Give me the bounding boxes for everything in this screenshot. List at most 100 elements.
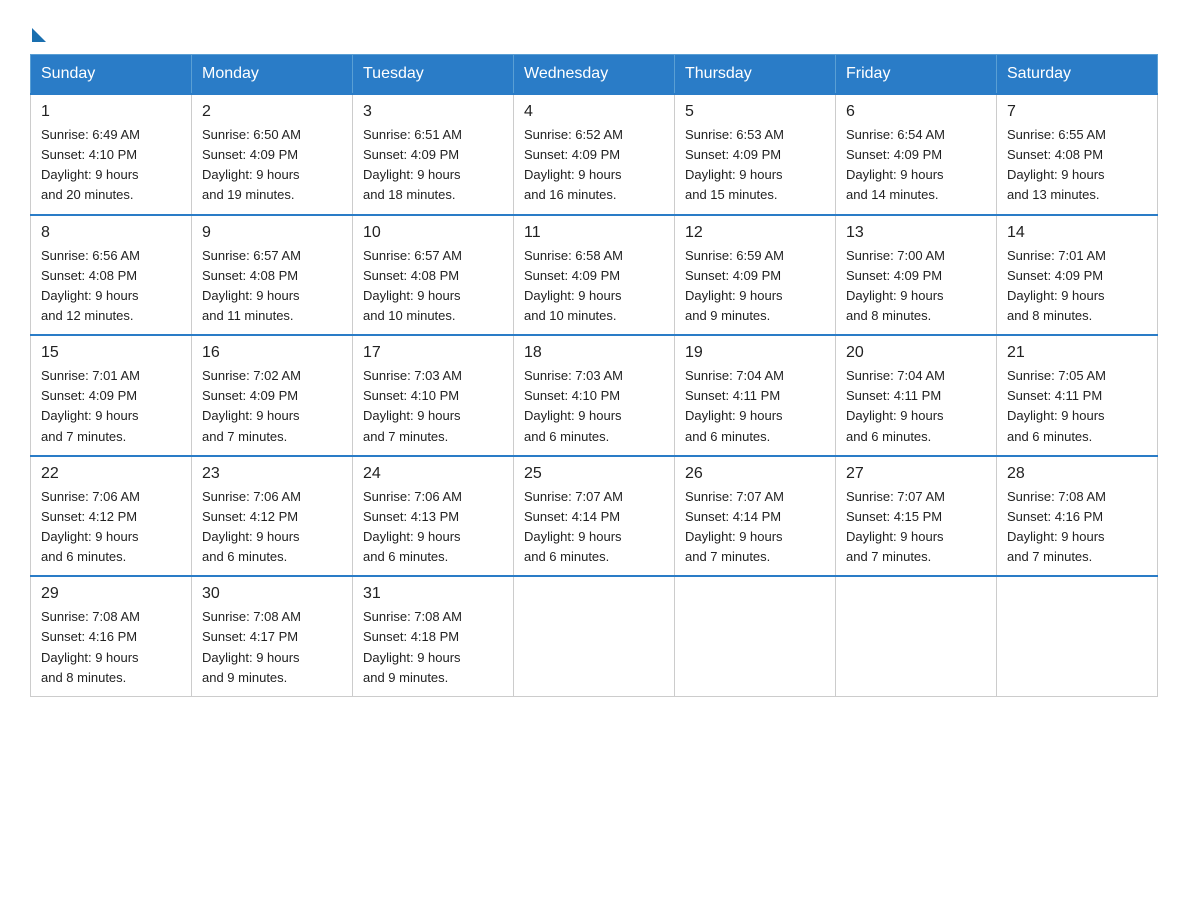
- calendar-cell: 10 Sunrise: 6:57 AM Sunset: 4:08 PM Dayl…: [353, 215, 514, 336]
- calendar-table: SundayMondayTuesdayWednesdayThursdayFrid…: [30, 54, 1158, 697]
- day-header-sunday: Sunday: [31, 55, 192, 95]
- day-info: Sunrise: 6:52 AM Sunset: 4:09 PM Dayligh…: [524, 125, 664, 206]
- calendar-cell: 4 Sunrise: 6:52 AM Sunset: 4:09 PM Dayli…: [514, 94, 675, 215]
- logo: [30, 24, 46, 38]
- day-number: 28: [1007, 465, 1147, 483]
- day-info: Sunrise: 7:08 AM Sunset: 4:17 PM Dayligh…: [202, 607, 342, 688]
- day-number: 9: [202, 224, 342, 242]
- day-info: Sunrise: 6:50 AM Sunset: 4:09 PM Dayligh…: [202, 125, 342, 206]
- day-info: Sunrise: 6:54 AM Sunset: 4:09 PM Dayligh…: [846, 125, 986, 206]
- day-number: 18: [524, 344, 664, 362]
- day-number: 25: [524, 465, 664, 483]
- day-info: Sunrise: 6:59 AM Sunset: 4:09 PM Dayligh…: [685, 246, 825, 327]
- day-header-saturday: Saturday: [997, 55, 1158, 95]
- calendar-cell: 11 Sunrise: 6:58 AM Sunset: 4:09 PM Dayl…: [514, 215, 675, 336]
- calendar-week-row: 1 Sunrise: 6:49 AM Sunset: 4:10 PM Dayli…: [31, 94, 1158, 215]
- day-header-friday: Friday: [836, 55, 997, 95]
- calendar-cell: 22 Sunrise: 7:06 AM Sunset: 4:12 PM Dayl…: [31, 456, 192, 577]
- day-info: Sunrise: 7:03 AM Sunset: 4:10 PM Dayligh…: [524, 366, 664, 447]
- day-info: Sunrise: 7:07 AM Sunset: 4:14 PM Dayligh…: [524, 487, 664, 568]
- logo-top: [30, 24, 46, 42]
- day-info: Sunrise: 7:06 AM Sunset: 4:12 PM Dayligh…: [41, 487, 181, 568]
- day-info: Sunrise: 6:51 AM Sunset: 4:09 PM Dayligh…: [363, 125, 503, 206]
- calendar-cell: 6 Sunrise: 6:54 AM Sunset: 4:09 PM Dayli…: [836, 94, 997, 215]
- day-info: Sunrise: 6:57 AM Sunset: 4:08 PM Dayligh…: [363, 246, 503, 327]
- day-number: 12: [685, 224, 825, 242]
- day-info: Sunrise: 7:08 AM Sunset: 4:16 PM Dayligh…: [1007, 487, 1147, 568]
- day-number: 14: [1007, 224, 1147, 242]
- calendar-cell: 24 Sunrise: 7:06 AM Sunset: 4:13 PM Dayl…: [353, 456, 514, 577]
- day-number: 29: [41, 585, 181, 603]
- calendar-header-row: SundayMondayTuesdayWednesdayThursdayFrid…: [31, 55, 1158, 95]
- calendar-cell: 26 Sunrise: 7:07 AM Sunset: 4:14 PM Dayl…: [675, 456, 836, 577]
- calendar-cell: 23 Sunrise: 7:06 AM Sunset: 4:12 PM Dayl…: [192, 456, 353, 577]
- day-info: Sunrise: 7:01 AM Sunset: 4:09 PM Dayligh…: [41, 366, 181, 447]
- day-header-wednesday: Wednesday: [514, 55, 675, 95]
- day-number: 1: [41, 103, 181, 121]
- calendar-cell: 9 Sunrise: 6:57 AM Sunset: 4:08 PM Dayli…: [192, 215, 353, 336]
- calendar-cell: 31 Sunrise: 7:08 AM Sunset: 4:18 PM Dayl…: [353, 576, 514, 696]
- day-number: 16: [202, 344, 342, 362]
- calendar-cell: 5 Sunrise: 6:53 AM Sunset: 4:09 PM Dayli…: [675, 94, 836, 215]
- calendar-cell: 16 Sunrise: 7:02 AM Sunset: 4:09 PM Dayl…: [192, 335, 353, 456]
- day-number: 31: [363, 585, 503, 603]
- day-info: Sunrise: 7:06 AM Sunset: 4:12 PM Dayligh…: [202, 487, 342, 568]
- day-info: Sunrise: 6:49 AM Sunset: 4:10 PM Dayligh…: [41, 125, 181, 206]
- logo-arrow-icon: [32, 28, 46, 42]
- day-header-tuesday: Tuesday: [353, 55, 514, 95]
- day-number: 26: [685, 465, 825, 483]
- calendar-cell: 27 Sunrise: 7:07 AM Sunset: 4:15 PM Dayl…: [836, 456, 997, 577]
- day-info: Sunrise: 7:08 AM Sunset: 4:16 PM Dayligh…: [41, 607, 181, 688]
- calendar-cell: 19 Sunrise: 7:04 AM Sunset: 4:11 PM Dayl…: [675, 335, 836, 456]
- day-info: Sunrise: 7:07 AM Sunset: 4:15 PM Dayligh…: [846, 487, 986, 568]
- day-info: Sunrise: 7:02 AM Sunset: 4:09 PM Dayligh…: [202, 366, 342, 447]
- calendar-cell: 12 Sunrise: 6:59 AM Sunset: 4:09 PM Dayl…: [675, 215, 836, 336]
- calendar-cell: 1 Sunrise: 6:49 AM Sunset: 4:10 PM Dayli…: [31, 94, 192, 215]
- day-number: 8: [41, 224, 181, 242]
- day-number: 2: [202, 103, 342, 121]
- day-info: Sunrise: 7:08 AM Sunset: 4:18 PM Dayligh…: [363, 607, 503, 688]
- day-number: 20: [846, 344, 986, 362]
- day-number: 4: [524, 103, 664, 121]
- day-number: 15: [41, 344, 181, 362]
- day-info: Sunrise: 6:53 AM Sunset: 4:09 PM Dayligh…: [685, 125, 825, 206]
- day-number: 19: [685, 344, 825, 362]
- calendar-week-row: 8 Sunrise: 6:56 AM Sunset: 4:08 PM Dayli…: [31, 215, 1158, 336]
- calendar-week-row: 22 Sunrise: 7:06 AM Sunset: 4:12 PM Dayl…: [31, 456, 1158, 577]
- day-number: 5: [685, 103, 825, 121]
- day-number: 13: [846, 224, 986, 242]
- calendar-cell: 15 Sunrise: 7:01 AM Sunset: 4:09 PM Dayl…: [31, 335, 192, 456]
- day-number: 23: [202, 465, 342, 483]
- calendar-cell: [675, 576, 836, 696]
- calendar-week-row: 29 Sunrise: 7:08 AM Sunset: 4:16 PM Dayl…: [31, 576, 1158, 696]
- calendar-cell: 25 Sunrise: 7:07 AM Sunset: 4:14 PM Dayl…: [514, 456, 675, 577]
- day-number: 10: [363, 224, 503, 242]
- day-number: 11: [524, 224, 664, 242]
- calendar-week-row: 15 Sunrise: 7:01 AM Sunset: 4:09 PM Dayl…: [31, 335, 1158, 456]
- page-header: [30, 24, 1158, 38]
- day-info: Sunrise: 6:58 AM Sunset: 4:09 PM Dayligh…: [524, 246, 664, 327]
- calendar-cell: 8 Sunrise: 6:56 AM Sunset: 4:08 PM Dayli…: [31, 215, 192, 336]
- calendar-cell: [997, 576, 1158, 696]
- day-header-thursday: Thursday: [675, 55, 836, 95]
- day-info: Sunrise: 7:07 AM Sunset: 4:14 PM Dayligh…: [685, 487, 825, 568]
- calendar-cell: [514, 576, 675, 696]
- day-number: 21: [1007, 344, 1147, 362]
- day-number: 22: [41, 465, 181, 483]
- calendar-cell: 28 Sunrise: 7:08 AM Sunset: 4:16 PM Dayl…: [997, 456, 1158, 577]
- day-info: Sunrise: 6:56 AM Sunset: 4:08 PM Dayligh…: [41, 246, 181, 327]
- day-info: Sunrise: 7:00 AM Sunset: 4:09 PM Dayligh…: [846, 246, 986, 327]
- day-info: Sunrise: 7:06 AM Sunset: 4:13 PM Dayligh…: [363, 487, 503, 568]
- day-number: 6: [846, 103, 986, 121]
- day-header-monday: Monday: [192, 55, 353, 95]
- calendar-cell: [836, 576, 997, 696]
- day-info: Sunrise: 7:04 AM Sunset: 4:11 PM Dayligh…: [685, 366, 825, 447]
- day-number: 24: [363, 465, 503, 483]
- day-info: Sunrise: 7:03 AM Sunset: 4:10 PM Dayligh…: [363, 366, 503, 447]
- calendar-cell: 30 Sunrise: 7:08 AM Sunset: 4:17 PM Dayl…: [192, 576, 353, 696]
- calendar-cell: 14 Sunrise: 7:01 AM Sunset: 4:09 PM Dayl…: [997, 215, 1158, 336]
- day-info: Sunrise: 7:01 AM Sunset: 4:09 PM Dayligh…: [1007, 246, 1147, 327]
- day-info: Sunrise: 7:05 AM Sunset: 4:11 PM Dayligh…: [1007, 366, 1147, 447]
- calendar-cell: 7 Sunrise: 6:55 AM Sunset: 4:08 PM Dayli…: [997, 94, 1158, 215]
- day-number: 17: [363, 344, 503, 362]
